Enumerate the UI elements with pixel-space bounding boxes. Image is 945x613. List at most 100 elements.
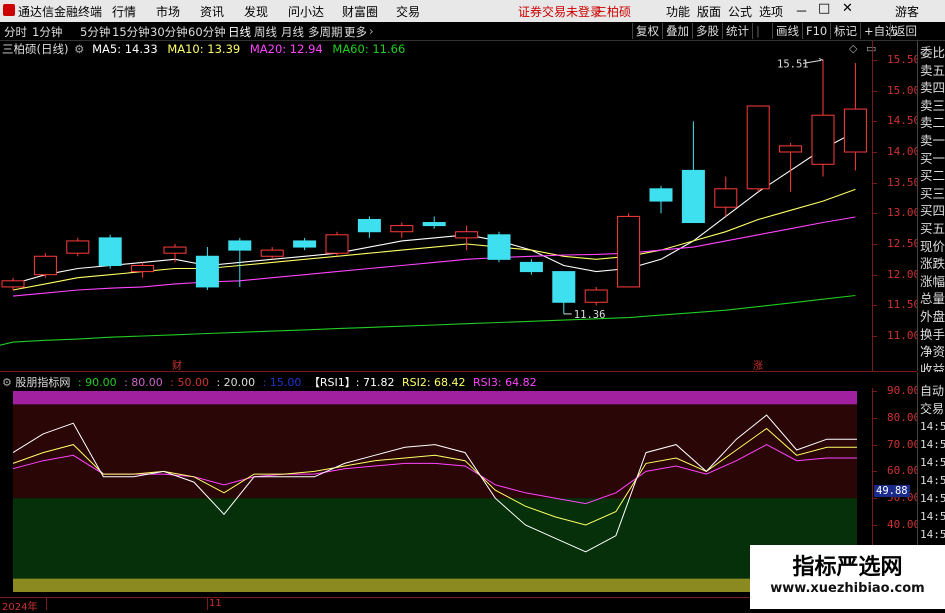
quote-field-label: 委比	[920, 45, 945, 60]
main-kline-chart[interactable]: 15.51 11.36 财 涨	[0, 41, 917, 371]
y-axis-tick	[873, 336, 877, 337]
y-axis-tick	[873, 60, 877, 61]
y-axis-label: 14.00	[887, 145, 921, 158]
separator-icon: |	[752, 23, 763, 39]
quote-field-label: 买五	[920, 220, 945, 236]
candle	[843, 63, 867, 171]
ind-y-axis-tick	[873, 471, 877, 473]
ma-line-ma20	[12, 216, 856, 297]
trade-login-alert[interactable]: 证券交易未登录	[518, 3, 602, 20]
tick-time-label: 14:56	[920, 456, 945, 469]
quote-field-label: 换手	[920, 326, 945, 342]
period-5min[interactable]: 5分钟	[80, 24, 110, 40]
candle	[552, 271, 576, 314]
candle-body	[293, 240, 317, 248]
title-menu-bar: 通达信金融终端 行情 市场 资讯 发现 问小达 财富圈 交易 证券交易未登录 三…	[0, 0, 945, 22]
candle-body	[681, 169, 705, 224]
menu-wenxiaoda[interactable]: 问小达	[288, 3, 324, 20]
y-axis-tick	[873, 213, 877, 215]
ma-line-ma60	[0, 294, 856, 346]
watermark-title: 指标严选网	[792, 555, 903, 580]
y-axis-label: 14.50	[887, 114, 921, 128]
maximize-icon[interactable]: □	[818, 1, 830, 16]
candle-body	[584, 289, 608, 303]
candle-body	[66, 240, 90, 254]
candle-body	[33, 255, 57, 276]
period-monthly[interactable]: 月线	[281, 24, 304, 40]
guest-label[interactable]: 游客	[895, 3, 919, 20]
menu-hangqing[interactable]: 行情	[112, 3, 136, 20]
btn-back[interactable]: 返回	[890, 23, 920, 39]
high-price-label: 15.51	[777, 58, 809, 70]
menu-caifuquan[interactable]: 财富圈	[342, 3, 378, 20]
btn-huaxian[interactable]: 画线	[772, 23, 802, 39]
period-30min[interactable]: 30分钟	[150, 24, 188, 40]
tick-time-label: 交易	[920, 402, 945, 416]
candle-body	[714, 188, 738, 208]
candle-body	[455, 231, 479, 239]
period-1min[interactable]: 1分钟	[32, 24, 62, 40]
quote-field-label: 卖三	[920, 97, 945, 113]
menu-jiaoyi[interactable]: 交易	[396, 3, 420, 20]
band-85-90	[13, 391, 857, 405]
candle	[357, 216, 381, 238]
y-axis-tick	[873, 305, 877, 307]
menu-shichang[interactable]: 市场	[156, 3, 180, 20]
period-multi[interactable]: 多周期	[308, 24, 343, 40]
low-price-label: 11.36	[574, 309, 606, 321]
candle	[33, 253, 57, 278]
candle-body	[163, 246, 187, 254]
period-60min[interactable]: 60分钟	[188, 24, 226, 40]
quote-field-label: 买四	[920, 203, 945, 219]
candle	[422, 216, 446, 229]
btn-tongji[interactable]: 统计	[722, 23, 752, 39]
btn-f10[interactable]: F10	[802, 23, 830, 39]
quote-field-label: 总量	[920, 291, 945, 307]
menu-banmian[interactable]: 版面	[697, 3, 721, 20]
candle	[195, 247, 219, 290]
candle-body	[617, 215, 641, 288]
candle	[131, 262, 155, 278]
chevron-right-icon[interactable]: ›	[369, 24, 374, 38]
y-axis-tick	[873, 90, 877, 92]
candle	[584, 286, 608, 306]
btn-biaoji[interactable]: 标记	[830, 23, 860, 39]
candle-body	[131, 264, 155, 273]
menu-zixun[interactable]: 资讯	[200, 3, 224, 20]
ind-y-axis-tick	[873, 525, 877, 526]
y-axis-tick	[873, 182, 877, 184]
quote-field-label: 涨跌	[920, 256, 945, 272]
y-axis-label: 15.00	[887, 83, 921, 97]
y-axis-label: 13.00	[887, 206, 921, 220]
tick-time-label: 14:56	[920, 528, 945, 541]
y-axis-tick	[873, 244, 877, 245]
btn-fuquan[interactable]: 复权	[632, 23, 662, 39]
period-daily[interactable]: 日线	[228, 24, 251, 40]
quote-field-label: 买三	[920, 185, 945, 201]
quote-side-panel: 委比 卖五 卖四 卖三 卖二 卖一 买一 买二 买三 买四 买五 现价 涨跌 涨幅 总量 外盘 换手 净资 收益	[917, 41, 945, 377]
menu-xuanxiang[interactable]: 选项	[759, 3, 783, 20]
tick-time-label: 自动	[920, 384, 945, 398]
menu-faxian[interactable]: 发现	[244, 3, 268, 20]
period-weekly[interactable]: 周线	[254, 24, 277, 40]
candle-body	[195, 255, 219, 288]
quote-field-label: 买二	[920, 168, 945, 184]
menu-gongshi[interactable]: 公式	[728, 3, 752, 20]
quote-field-label: 买一	[920, 150, 945, 166]
period-more[interactable]: 更多	[344, 24, 367, 40]
btn-duogu[interactable]: 多股	[692, 23, 722, 39]
ind-y-axis-label: 70.00	[887, 437, 921, 451]
watermark-box: 指标严选网 www.xuezhibiao.com	[750, 545, 945, 609]
period-15min[interactable]: 15分钟	[112, 24, 150, 40]
menu-gongneng[interactable]: 功能	[666, 3, 690, 20]
candle-body	[487, 234, 511, 260]
tick-time-label: 14:56	[920, 474, 945, 487]
minimize-icon[interactable]: －	[795, 1, 808, 20]
close-icon[interactable]: ✕	[842, 1, 853, 16]
x-axis-tick	[46, 598, 47, 610]
period-fenshi[interactable]: 分时	[4, 24, 27, 40]
y-axis-label: 12.00	[887, 267, 921, 281]
btn-diejia[interactable]: 叠加	[662, 23, 692, 39]
pane-separator	[0, 371, 917, 372]
quote-field-label: 卖五	[920, 62, 945, 78]
